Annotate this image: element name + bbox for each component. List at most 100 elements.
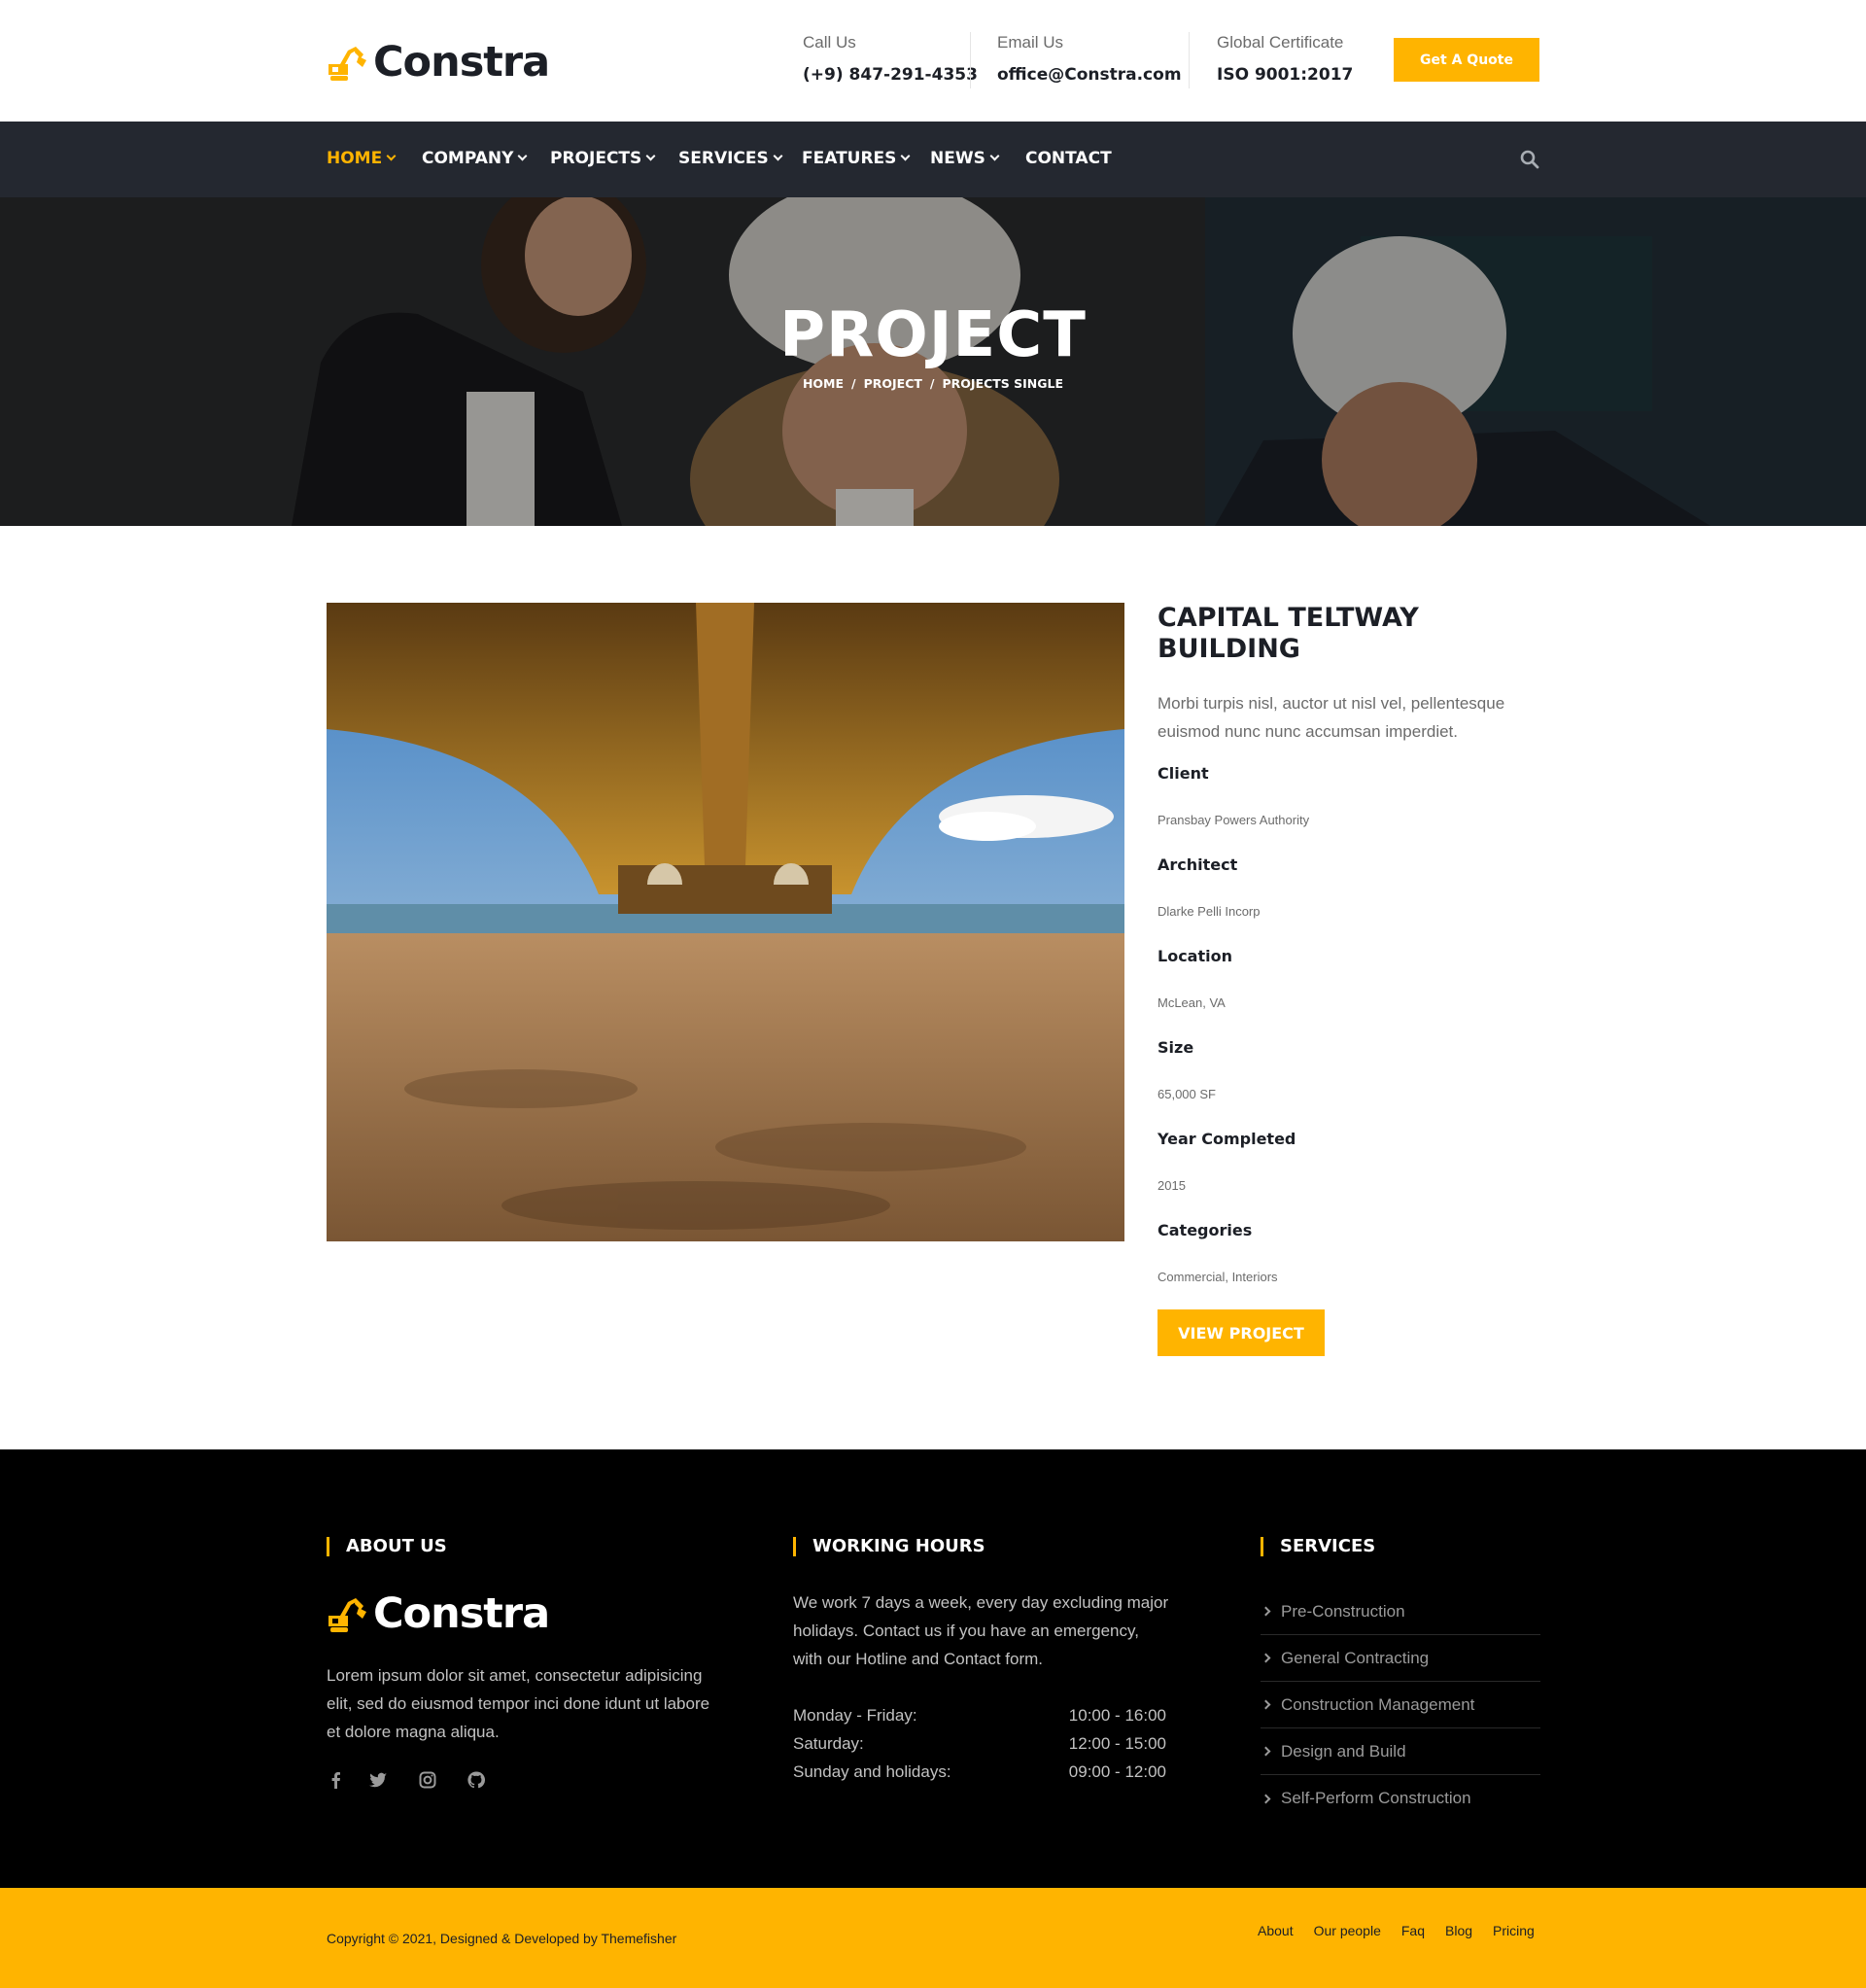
project-details: CAPITAL TELTWAY BUILDING Morbi turpis ni… xyxy=(1158,603,1546,746)
get-a-quote-button[interactable]: Get A Quote xyxy=(1394,38,1539,82)
chevron-down-icon xyxy=(900,151,911,161)
project-description: Morbi turpis nisl, auctor ut nisl vel, p… xyxy=(1158,694,1505,741)
hours-time: 10:00 - 16:00 xyxy=(1068,1706,1166,1725)
view-project-button[interactable]: VIEW PROJECT xyxy=(1158,1309,1325,1356)
chevron-right-icon xyxy=(1261,1746,1271,1757)
service-label: Pre-Construction xyxy=(1281,1601,1405,1621)
meta-label-year: Year Completed xyxy=(1158,1130,1296,1148)
hours-row: Monday - Friday: 10:00 - 16:00 xyxy=(793,1706,1166,1726)
nav-item-home[interactable]: HOME xyxy=(327,149,397,168)
meta-value-categories: Commercial, Interiors xyxy=(1158,1270,1278,1284)
nav-item-features[interactable]: FEATURES xyxy=(802,149,911,168)
meta-value-size: 65,000 SF xyxy=(1158,1087,1216,1101)
breadcrumb-home[interactable]: HOME xyxy=(803,376,844,391)
excavator-logo-icon xyxy=(328,1598,366,1632)
hours-time: 09:00 - 12:00 xyxy=(1068,1762,1166,1781)
nav-item-label: HOME xyxy=(327,149,383,168)
meta-label-location: Location xyxy=(1158,947,1232,965)
chevron-right-icon xyxy=(1261,1653,1271,1663)
logo-text: Constra xyxy=(373,38,550,87)
meta-value-year: 2015 xyxy=(1158,1178,1186,1193)
facebook-icon[interactable] xyxy=(327,1770,346,1790)
meta-value-client: Pransbay Powers Authority xyxy=(1158,813,1310,827)
email-us-address[interactable]: office@Constra.com xyxy=(997,65,1182,85)
hours-row: Saturday: 12:00 - 15:00 xyxy=(793,1734,1166,1754)
nav-item-label: PROJECTS xyxy=(550,149,642,168)
nav-item-label: FEATURES xyxy=(802,149,897,168)
service-link-design-and-build[interactable]: Design and Build xyxy=(1261,1728,1540,1775)
site-logo[interactable]: Constra xyxy=(327,37,550,87)
footer-hours-text: We work 7 days a week, every day excludi… xyxy=(793,1593,1169,1668)
footer-link-our-people[interactable]: Our people xyxy=(1314,1923,1381,1938)
meta-value-location: McLean, VA xyxy=(1158,995,1226,1010)
chevron-down-icon xyxy=(386,151,397,161)
email-us-label: Email Us xyxy=(997,33,1064,52)
copyright-bar: Copyright © 2021, Designed & Developed b… xyxy=(0,1888,1866,1988)
service-label: Design and Build xyxy=(1281,1741,1406,1761)
chevron-down-icon xyxy=(989,151,1000,161)
footer-about-text: Lorem ipsum dolor sit amet, consectetur … xyxy=(327,1666,710,1741)
meta-label-size: Size xyxy=(1158,1038,1194,1057)
certificate-value: ISO 9001:2017 xyxy=(1217,65,1354,85)
page-title: PROJECT xyxy=(779,299,1087,371)
hours-day: Sunday and holidays: xyxy=(793,1762,951,1781)
breadcrumb-separator: / xyxy=(851,376,856,391)
service-label: Self-Perform Construction xyxy=(1281,1789,1471,1807)
footer-link-blog[interactable]: Blog xyxy=(1445,1923,1472,1938)
meta-value-architect: Dlarke Pelli Incorp xyxy=(1158,904,1261,919)
github-icon[interactable] xyxy=(466,1770,486,1790)
breadcrumb-current: PROJECTS SINGLE xyxy=(942,376,1064,391)
service-label: Construction Management xyxy=(1281,1694,1475,1714)
instagram-icon[interactable] xyxy=(418,1770,437,1790)
main-navigation: HOME COMPANY PROJECTS SERVICES FEATURES … xyxy=(0,122,1866,197)
footer-logo[interactable]: Constra xyxy=(327,1589,550,1638)
service-link-pre-construction[interactable]: Pre-Construction xyxy=(1261,1588,1540,1635)
certificate-block: Global Certificate ISO 9001:2017 xyxy=(1217,33,1353,85)
service-link-general-contracting[interactable]: General Contracting xyxy=(1261,1635,1540,1682)
footer-heading-hours: WORKING HOURS xyxy=(793,1536,985,1556)
email-us-block: Email Us office@Constra.com xyxy=(997,33,1182,85)
footer-link-faq[interactable]: Faq xyxy=(1401,1923,1425,1938)
call-us-block: Call Us (+9) 847-291-4353 xyxy=(803,33,978,85)
bridge-underside-photo xyxy=(327,603,1124,1241)
top-header: Constra Call Us (+9) 847-291-4353 Email … xyxy=(0,0,1866,122)
footer-link-pricing[interactable]: Pricing xyxy=(1493,1923,1535,1938)
service-link-construction-management[interactable]: Construction Management xyxy=(1261,1682,1540,1728)
breadcrumb-project[interactable]: PROJECT xyxy=(864,376,922,391)
meta-label-client: Client xyxy=(1158,764,1209,783)
nav-item-projects[interactable]: PROJECTS xyxy=(550,149,656,168)
header-divider xyxy=(970,32,971,88)
nav-item-contact[interactable]: CONTACT xyxy=(1025,149,1112,168)
nav-item-news[interactable]: NEWS xyxy=(930,149,1000,168)
chevron-down-icon xyxy=(645,151,656,161)
hours-time: 12:00 - 15:00 xyxy=(1068,1734,1166,1753)
call-us-label: Call Us xyxy=(803,33,856,52)
twitter-icon[interactable] xyxy=(368,1770,388,1790)
chevron-right-icon xyxy=(1261,1794,1271,1803)
search-icon[interactable] xyxy=(1520,150,1539,169)
hours-row: Sunday and holidays: 09:00 - 12:00 xyxy=(793,1762,1166,1782)
copyright-text: Copyright © 2021, Designed & Developed b… xyxy=(327,1931,677,1946)
chevron-down-icon xyxy=(518,151,528,161)
service-label: General Contracting xyxy=(1281,1648,1430,1667)
project-image xyxy=(327,603,1124,1241)
footer-logo-text: Constra xyxy=(373,1589,550,1638)
page-banner: PROJECT HOME / PROJECT / PROJECTS SINGLE xyxy=(0,197,1866,526)
nav-item-label: SERVICES xyxy=(678,149,769,168)
chevron-down-icon xyxy=(773,151,783,161)
footer-bottom-links: About Our people Faq Blog Pricing xyxy=(1258,1923,1535,1938)
project-title: CAPITAL TELTWAY BUILDING xyxy=(1158,603,1419,664)
call-us-number[interactable]: (+9) 847-291-4353 xyxy=(803,65,978,85)
nav-item-company[interactable]: COMPANY xyxy=(422,149,528,168)
breadcrumb: HOME / PROJECT / PROJECTS SINGLE xyxy=(0,376,1866,391)
service-link-self-perform-construction[interactable]: Self-Perform Construction xyxy=(1261,1775,1540,1822)
breadcrumb-separator: / xyxy=(929,376,935,391)
hours-day: Saturday: xyxy=(793,1734,864,1753)
certificate-label: Global Certificate xyxy=(1217,33,1344,52)
nav-item-services[interactable]: SERVICES xyxy=(678,149,783,168)
footer-link-about[interactable]: About xyxy=(1258,1923,1294,1938)
footer-heading-services: SERVICES xyxy=(1261,1536,1375,1556)
header-divider xyxy=(1189,32,1190,88)
hours-day: Monday - Friday: xyxy=(793,1706,917,1725)
excavator-logo-icon xyxy=(328,47,366,81)
